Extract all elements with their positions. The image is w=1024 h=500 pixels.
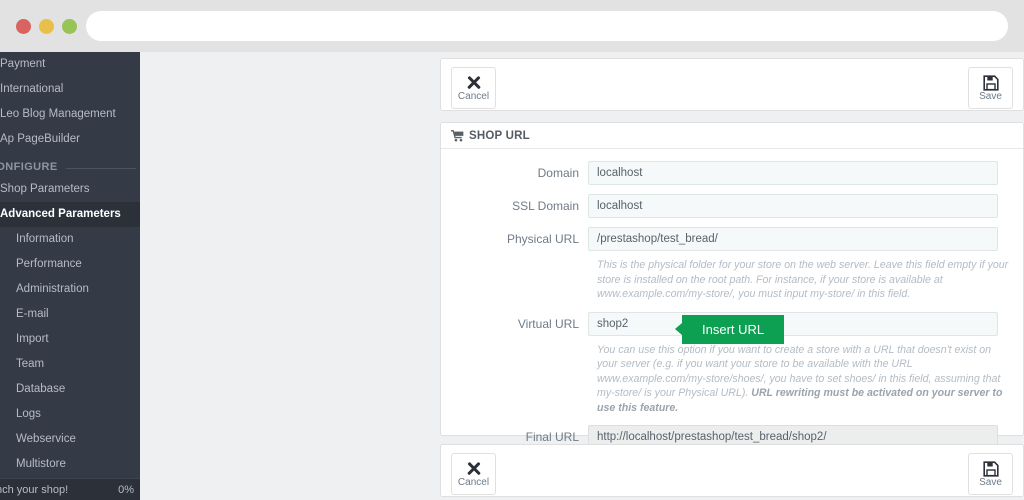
main-content: Cancel Save SHOP URL Domain localhost SS… [140, 52, 1024, 500]
sidebar-item-label: International [0, 83, 64, 95]
physical-url-help: This is the physical folder for your sto… [597, 259, 1009, 300]
insert-url-tooltip-button[interactable]: Insert URL [674, 314, 785, 344]
sidebar-item-e-mail[interactable]: E-mail [0, 302, 140, 327]
panel-body: Domain SSL Domain Physical URL This is t… [441, 149, 1023, 449]
sidebar-item-leo-blog-management[interactable]: Leo Blog Management [0, 102, 140, 127]
sidebar-item-label: Administration [16, 283, 89, 295]
window-traffic-lights [16, 19, 77, 34]
physical-url-input[interactable] [588, 227, 998, 251]
insert-url-tooltip-label: Insert URL [702, 321, 765, 337]
sidebar-item-payment[interactable]: Payment [0, 52, 140, 77]
sidebar-item-label: Payment [0, 58, 46, 70]
toolbar-top: Cancel Save [440, 58, 1024, 111]
sidebar-footer-progress[interactable]: 0% nch your shop! [0, 478, 140, 500]
sidebar-item-label: Shop Parameters [0, 183, 90, 195]
sidebar-section-divider [66, 168, 136, 169]
sidebar-item-label: Performance [16, 258, 82, 270]
browser-chrome [0, 0, 1024, 52]
sidebar-item-performance[interactable]: Performance [0, 252, 140, 277]
sidebar-item-label: Information [16, 233, 74, 245]
ssl-domain-input[interactable] [588, 194, 998, 218]
close-window-button[interactable] [16, 19, 31, 34]
sidebar-item-label: Webservice [16, 433, 76, 445]
sidebar-item-label: Advanced Parameters [0, 208, 121, 220]
close-x-icon [466, 461, 482, 477]
sidebar-item-multistore[interactable]: Multistore [0, 452, 140, 477]
floppy-disk-icon [982, 74, 999, 91]
page-body: Payment International Leo Blog Management A… [0, 52, 1024, 500]
minimize-window-button[interactable] [39, 19, 54, 34]
cancel-button-label: Cancel [457, 90, 490, 102]
sidebar-item-ap-pagebuilder[interactable]: Ap PageBuilder [0, 127, 140, 152]
sidebar-item-label: Database [16, 383, 66, 395]
onboarding-progress-percent: 0% [118, 484, 134, 496]
sidebar-item-label: Team [16, 358, 45, 370]
floppy-disk-icon [982, 460, 999, 477]
sidebar-item-label: Logs [16, 408, 41, 420]
sidebar-item-label: Import [16, 333, 49, 345]
sidebar-section-configure: CONFIGURE [0, 152, 140, 177]
sidebar-item-import[interactable]: Import [0, 327, 140, 352]
cancel-button-bottom-label: Cancel [457, 476, 490, 488]
maximize-window-button[interactable] [62, 19, 77, 34]
physical-url-label: Physical URL [506, 232, 579, 246]
shopping-cart-icon [451, 129, 464, 141]
save-button-bottom-label: Save [979, 476, 1002, 488]
sidebar-item-label: Leo Blog Management [0, 108, 116, 120]
sidebar-navigation: Payment International Leo Blog Management A… [0, 52, 140, 500]
sidebar-item-team[interactable]: Team [0, 352, 140, 377]
domain-input[interactable] [588, 161, 998, 185]
sidebar-item-list: Payment International Leo Blog Management A… [0, 52, 140, 477]
sidebar-item-label: E-mail [16, 308, 49, 320]
panel-header: SHOP URL [441, 123, 1023, 149]
shop-url-panel: SHOP URL Domain SSL Domain Physical URL … [440, 122, 1024, 449]
virtual-url-row: Virtual URL Insert URL [441, 311, 1023, 344]
sidebar-item-database[interactable]: Database [0, 377, 140, 402]
domain-row: Domain [441, 161, 1023, 185]
panel-title: SHOP URL [469, 129, 530, 142]
virtual-url-label: Virtual URL [517, 316, 579, 331]
physical-url-row: Physical URL [441, 227, 1023, 251]
sidebar-item-international[interactable]: International [0, 77, 140, 102]
sidebar-item-label: Ap PageBuilder [0, 133, 80, 145]
sidebar-item-logs[interactable]: Logs [0, 402, 140, 427]
close-x-icon [466, 75, 482, 91]
toolbar-bottom: Cancel Save [440, 444, 1024, 497]
sidebar-item-administration[interactable]: Administration [0, 277, 140, 302]
ssl-domain-row: SSL Domain [441, 194, 1023, 218]
save-button-label: Save [979, 90, 1002, 102]
sidebar-item-webservice[interactable]: Webservice [0, 427, 140, 452]
cancel-button[interactable]: Cancel [451, 67, 496, 109]
sidebar-item-information[interactable]: Information [0, 227, 140, 252]
save-button[interactable]: Save [968, 67, 1013, 109]
sidebar-item-advanced-parameters[interactable]: Advanced Parameters [0, 202, 140, 227]
virtual-url-input[interactable] [588, 311, 998, 336]
sidebar-item-shop-parameters[interactable]: Shop Parameters [0, 177, 140, 202]
ssl-domain-label: SSL Domain [512, 199, 579, 213]
virtual-url-help: You can use this option if you want to c… [597, 343, 1009, 416]
sidebar-item-label: Multistore [16, 458, 66, 470]
domain-label: Domain [537, 166, 579, 180]
cancel-button-bottom[interactable]: Cancel [451, 453, 496, 495]
save-button-bottom[interactable]: Save [968, 453, 1013, 495]
address-bar[interactable] [86, 11, 1008, 41]
sidebar-section-label: CONFIGURE [0, 161, 58, 173]
onboarding-label: nch your shop! [0, 484, 69, 496]
